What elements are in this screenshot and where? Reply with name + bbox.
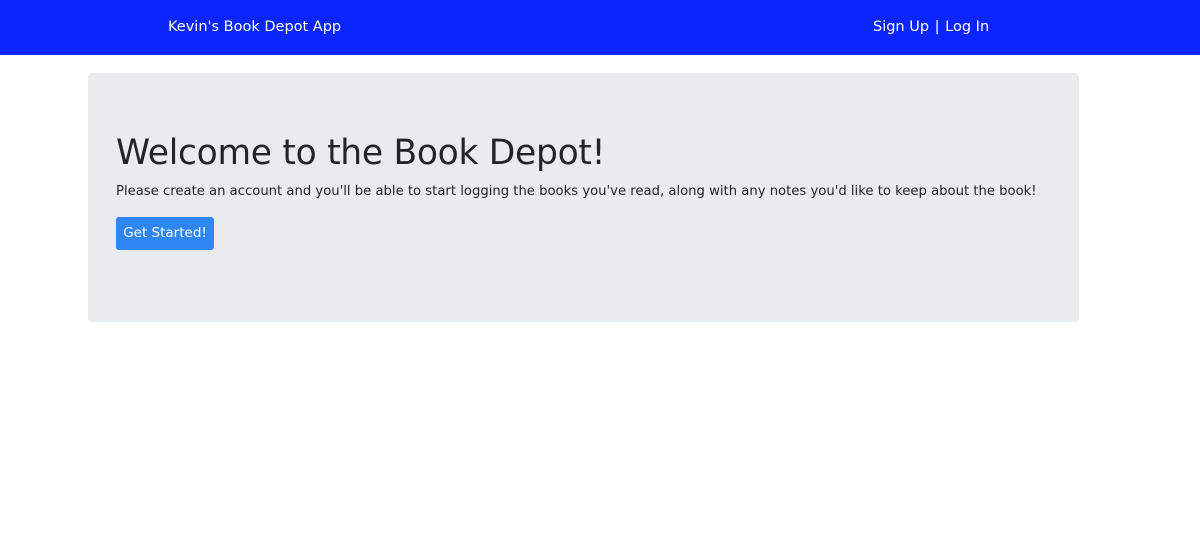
- brand-link[interactable]: Kevin's Book Depot App: [168, 17, 341, 37]
- top-navbar: Kevin's Book Depot App Sign Up | Log In: [0, 0, 1200, 55]
- welcome-jumbotron: Welcome to the Book Depot! Please create…: [88, 73, 1079, 322]
- auth-links: Sign Up | Log In: [873, 17, 989, 37]
- welcome-description: Please create an account and you'll be a…: [116, 184, 1037, 199]
- page-title: Welcome to the Book Depot!: [116, 133, 606, 173]
- get-started-button[interactable]: Get Started!: [116, 217, 214, 250]
- log-in-link[interactable]: Log In: [945, 19, 989, 35]
- sign-up-link[interactable]: Sign Up: [873, 19, 929, 35]
- nav-separator: |: [934, 19, 940, 35]
